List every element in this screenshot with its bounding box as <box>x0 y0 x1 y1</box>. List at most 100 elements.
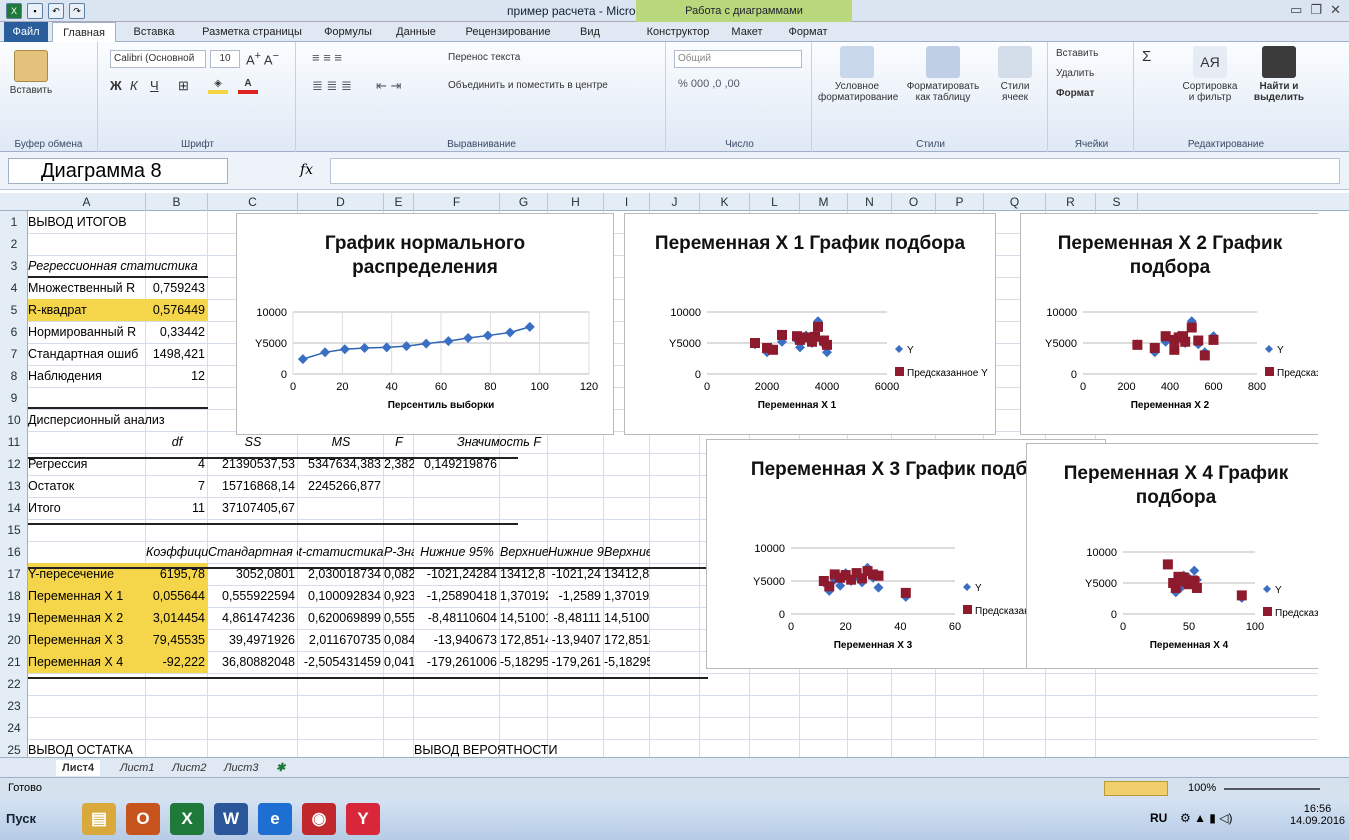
row-header[interactable]: 5 <box>0 299 28 321</box>
word-icon[interactable]: W <box>214 803 248 835</box>
tab-home[interactable]: Главная <box>52 22 116 43</box>
cell-h20[interactable]: -13,9407 <box>548 629 604 651</box>
row-header[interactable]: 7 <box>0 343 28 365</box>
new-sheet-icon[interactable]: ✱ <box>270 760 291 776</box>
cell-e21[interactable]: 0,041 <box>384 651 414 673</box>
column-header[interactable]: R <box>1046 193 1096 211</box>
row-header[interactable]: 14 <box>0 497 28 519</box>
row-header[interactable]: 3 <box>0 255 28 277</box>
restore-icon[interactable]: ❐ <box>1310 2 1322 18</box>
insert-cells-button[interactable]: Вставить <box>1056 48 1098 59</box>
fill-color-icon[interactable]: ◈ <box>208 78 228 94</box>
row-header[interactable]: 17 <box>0 563 28 585</box>
cell-f19[interactable]: -8,48110604 <box>414 607 500 629</box>
row-header[interactable]: 22 <box>0 673 28 695</box>
redo-icon[interactable]: ↷ <box>69 3 85 19</box>
cell-d13[interactable]: 2245266,877 <box>298 475 384 497</box>
font-size-select[interactable]: 10 <box>210 50 240 68</box>
cell-b6[interactable]: 0,33442 <box>146 321 208 343</box>
row-header[interactable]: 16 <box>0 541 28 563</box>
cell-b8[interactable]: 12 <box>146 365 208 387</box>
column-header[interactable]: A <box>28 193 146 211</box>
tab-formulas[interactable]: Формулы <box>316 22 380 42</box>
cell-h18[interactable]: -1,2589 <box>548 585 604 607</box>
cell-a4[interactable]: Множественный R <box>28 277 146 299</box>
cell-b16[interactable]: Коэффициенты <box>146 541 208 563</box>
cell-i20[interactable]: 172,8514 <box>604 629 650 651</box>
cell-b19[interactable]: 3,014454 <box>146 607 208 629</box>
sheet-tab-2[interactable]: Лист2 <box>166 760 212 776</box>
start-button[interactable]: Пуск <box>6 811 36 826</box>
column-header[interactable]: B <box>146 193 208 211</box>
cell-f20[interactable]: -13,940673 <box>414 629 500 651</box>
cell-d18[interactable]: 0,100092834 <box>298 585 384 607</box>
column-header[interactable]: L <box>750 193 800 211</box>
wrap-text-button[interactable]: Перенос текста <box>448 52 520 63</box>
cell-d19[interactable]: 0,620069899 <box>298 607 384 629</box>
cell-c19[interactable]: 4,861474236 <box>208 607 298 629</box>
close-icon[interactable]: ✕ <box>1330 2 1341 18</box>
row-header[interactable]: 23 <box>0 695 28 717</box>
grow-font-icon[interactable]: A+ A− <box>246 50 279 67</box>
row-header[interactable]: 18 <box>0 585 28 607</box>
cell-a6[interactable]: Нормированный R <box>28 321 146 343</box>
tab-review[interactable]: Рецензирование <box>452 22 564 42</box>
column-header[interactable]: M <box>800 193 848 211</box>
italic-icon[interactable]: К <box>130 78 138 93</box>
align-top-icon[interactable]: ≡ ≡ ≡ <box>312 50 342 65</box>
row-header[interactable]: 24 <box>0 717 28 739</box>
cell-g16[interactable]: Верхние 95% <box>500 541 548 563</box>
tab-layout[interactable]: Макет <box>722 22 772 42</box>
underline-icon[interactable]: Ч <box>150 78 159 93</box>
tray-icons[interactable]: ⚙ ▲ ▮ ◁) <box>1180 811 1232 825</box>
cell-h16[interactable]: Нижние 95,0% <box>548 541 604 563</box>
column-header[interactable]: E <box>384 193 414 211</box>
column-header[interactable]: O <box>892 193 936 211</box>
sort-filter-button[interactable]: AЯ Сортировка и фильтр <box>1180 46 1240 103</box>
column-header[interactable]: H <box>548 193 604 211</box>
internet-explorer-icon[interactable]: e <box>258 803 292 835</box>
column-header[interactable]: S <box>1096 193 1138 211</box>
cell-a1[interactable]: ВЫВОД ИТОГОВ <box>28 211 146 233</box>
view-normal-icon[interactable] <box>1104 781 1168 796</box>
tab-design[interactable]: Конструктор <box>640 22 716 42</box>
column-header[interactable]: N <box>848 193 892 211</box>
cell-a8[interactable]: Наблюдения <box>28 365 146 387</box>
cell-g21[interactable]: -5,18295 <box>500 651 548 673</box>
bold-icon[interactable]: Ж <box>110 78 122 93</box>
column-header[interactable]: Q <box>984 193 1046 211</box>
cell-i18[interactable]: 1,370192 <box>604 585 650 607</box>
cell-styles-button[interactable]: Стили ячеек <box>990 46 1040 103</box>
cell-a19[interactable]: Переменная X 2 <box>28 607 146 629</box>
cell-f21[interactable]: -179,261006 <box>414 651 500 673</box>
cell-b20[interactable]: 79,45535 <box>146 629 208 651</box>
row-header[interactable]: 1 <box>0 211 28 233</box>
cell-f16[interactable]: Нижние 95% <box>414 541 500 563</box>
chart-2[interactable]: Переменная X 1 График подбора 0 5000 10000 0… <box>624 213 996 435</box>
formula-input[interactable] <box>330 158 1340 184</box>
zoom-slider[interactable] <box>1224 788 1320 790</box>
cell-e20[interactable]: 0,084 <box>384 629 414 651</box>
column-header[interactable]: J <box>650 193 700 211</box>
cell-g20[interactable]: 172,8514 <box>500 629 548 651</box>
cell-b5[interactable]: 0,576449 <box>146 299 208 321</box>
column-header[interactable]: D <box>298 193 384 211</box>
cell-c13[interactable]: 15716868,14 <box>208 475 298 497</box>
cell-a5[interactable]: R-квадрат <box>28 299 146 321</box>
tab-format[interactable]: Формат <box>778 22 838 42</box>
cell-a3[interactable]: Регрессионная статистика <box>28 255 198 277</box>
sheet-tab-3[interactable]: Лист3 <box>218 760 264 776</box>
name-box[interactable]: Диаграмма 8 <box>8 158 228 184</box>
column-header[interactable]: G <box>500 193 548 211</box>
sheet-tab-4[interactable]: Лист4 <box>56 760 101 776</box>
cell-b14[interactable]: 11 <box>146 497 208 519</box>
cell-b21[interactable]: -92,222 <box>146 651 208 673</box>
explorer-icon[interactable]: ▤ <box>82 803 116 835</box>
row-header[interactable]: 10 <box>0 409 28 431</box>
yandex-browser-icon[interactable]: Y <box>346 803 380 835</box>
column-header[interactable]: C <box>208 193 298 211</box>
cell-d16[interactable]: t-статистика <box>298 541 384 563</box>
delete-cells-button[interactable]: Удалить <box>1056 68 1094 79</box>
row-header[interactable]: 15 <box>0 519 28 541</box>
chart-5[interactable]: Переменная X 4 График подбора 0 5000 10000 0… <box>1026 443 1318 669</box>
